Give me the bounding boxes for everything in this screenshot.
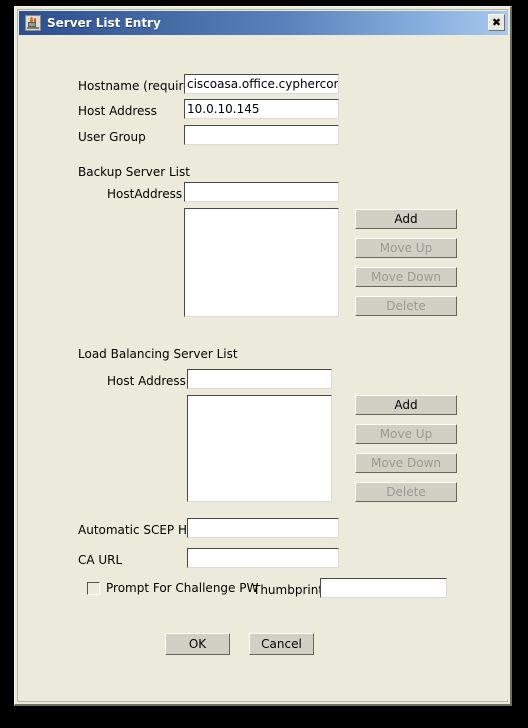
cancel-button[interactable]: Cancel bbox=[249, 633, 314, 655]
load-balancing-section-label: Load Balancing Server List bbox=[78, 347, 238, 361]
backup-server-list-section-label: Backup Server List bbox=[78, 165, 190, 179]
user-group-input[interactable] bbox=[184, 125, 339, 145]
backup-move-up-button[interactable]: Move Up bbox=[355, 238, 457, 258]
ok-button[interactable]: OK bbox=[165, 633, 230, 655]
load-balancing-move-up-button[interactable]: Move Up bbox=[355, 424, 457, 444]
prompt-for-challenge-pw-label: Prompt For Challenge PW bbox=[106, 581, 259, 595]
backup-server-listbox[interactable] bbox=[184, 208, 339, 317]
checkbox-box-icon bbox=[87, 581, 100, 595]
load-balancing-delete-button[interactable]: Delete bbox=[355, 482, 457, 502]
prompt-for-challenge-pw-checkbox[interactable]: Prompt For Challenge PW bbox=[87, 581, 258, 595]
ca-url-label: CA URL bbox=[78, 553, 123, 567]
title-bar[interactable]: Server List Entry ✖ bbox=[19, 11, 508, 35]
screen: Server List Entry ✖ Hostname (required) … bbox=[0, 0, 528, 728]
close-button[interactable]: ✖ bbox=[488, 14, 505, 31]
hostname-input[interactable]: ciscoasa.office.cyphercor.com bbox=[184, 74, 339, 94]
close-icon: ✖ bbox=[491, 16, 502, 29]
server-list-entry-dialog: Server List Entry ✖ Hostname (required) … bbox=[14, 6, 512, 706]
host-address-label: Host Address bbox=[78, 104, 157, 118]
backup-delete-button[interactable]: Delete bbox=[355, 296, 457, 316]
load-balancing-host-address-input[interactable] bbox=[187, 369, 332, 389]
dialog-content: Hostname (required) ciscoasa.office.cyph… bbox=[19, 35, 508, 700]
thumbprint-label: Thumbprint bbox=[253, 583, 324, 597]
window-title: Server List Entry bbox=[47, 16, 161, 30]
backup-add-button[interactable]: Add bbox=[355, 209, 457, 229]
backup-host-address-input[interactable] bbox=[184, 182, 339, 202]
saucer-icon-part bbox=[27, 27, 39, 29]
backup-move-down-button[interactable]: Move Down bbox=[355, 267, 457, 287]
thumbprint-input[interactable] bbox=[320, 578, 447, 598]
ca-url-input[interactable] bbox=[187, 548, 339, 568]
load-balancing-move-down-button[interactable]: Move Down bbox=[355, 453, 457, 473]
load-balancing-host-address-label: Host Address bbox=[107, 374, 186, 388]
load-balancing-listbox[interactable] bbox=[187, 395, 332, 502]
host-address-input[interactable]: 10.0.10.145 bbox=[184, 99, 339, 119]
user-group-label: User Group bbox=[78, 130, 146, 144]
dialog-inner-frame: Server List Entry ✖ Hostname (required) … bbox=[17, 9, 508, 702]
automatic-scep-host-input[interactable] bbox=[187, 518, 339, 538]
load-balancing-add-button[interactable]: Add bbox=[355, 395, 457, 415]
java-coffee-cup-icon bbox=[25, 15, 41, 31]
backup-host-address-label: HostAddress bbox=[107, 187, 183, 201]
